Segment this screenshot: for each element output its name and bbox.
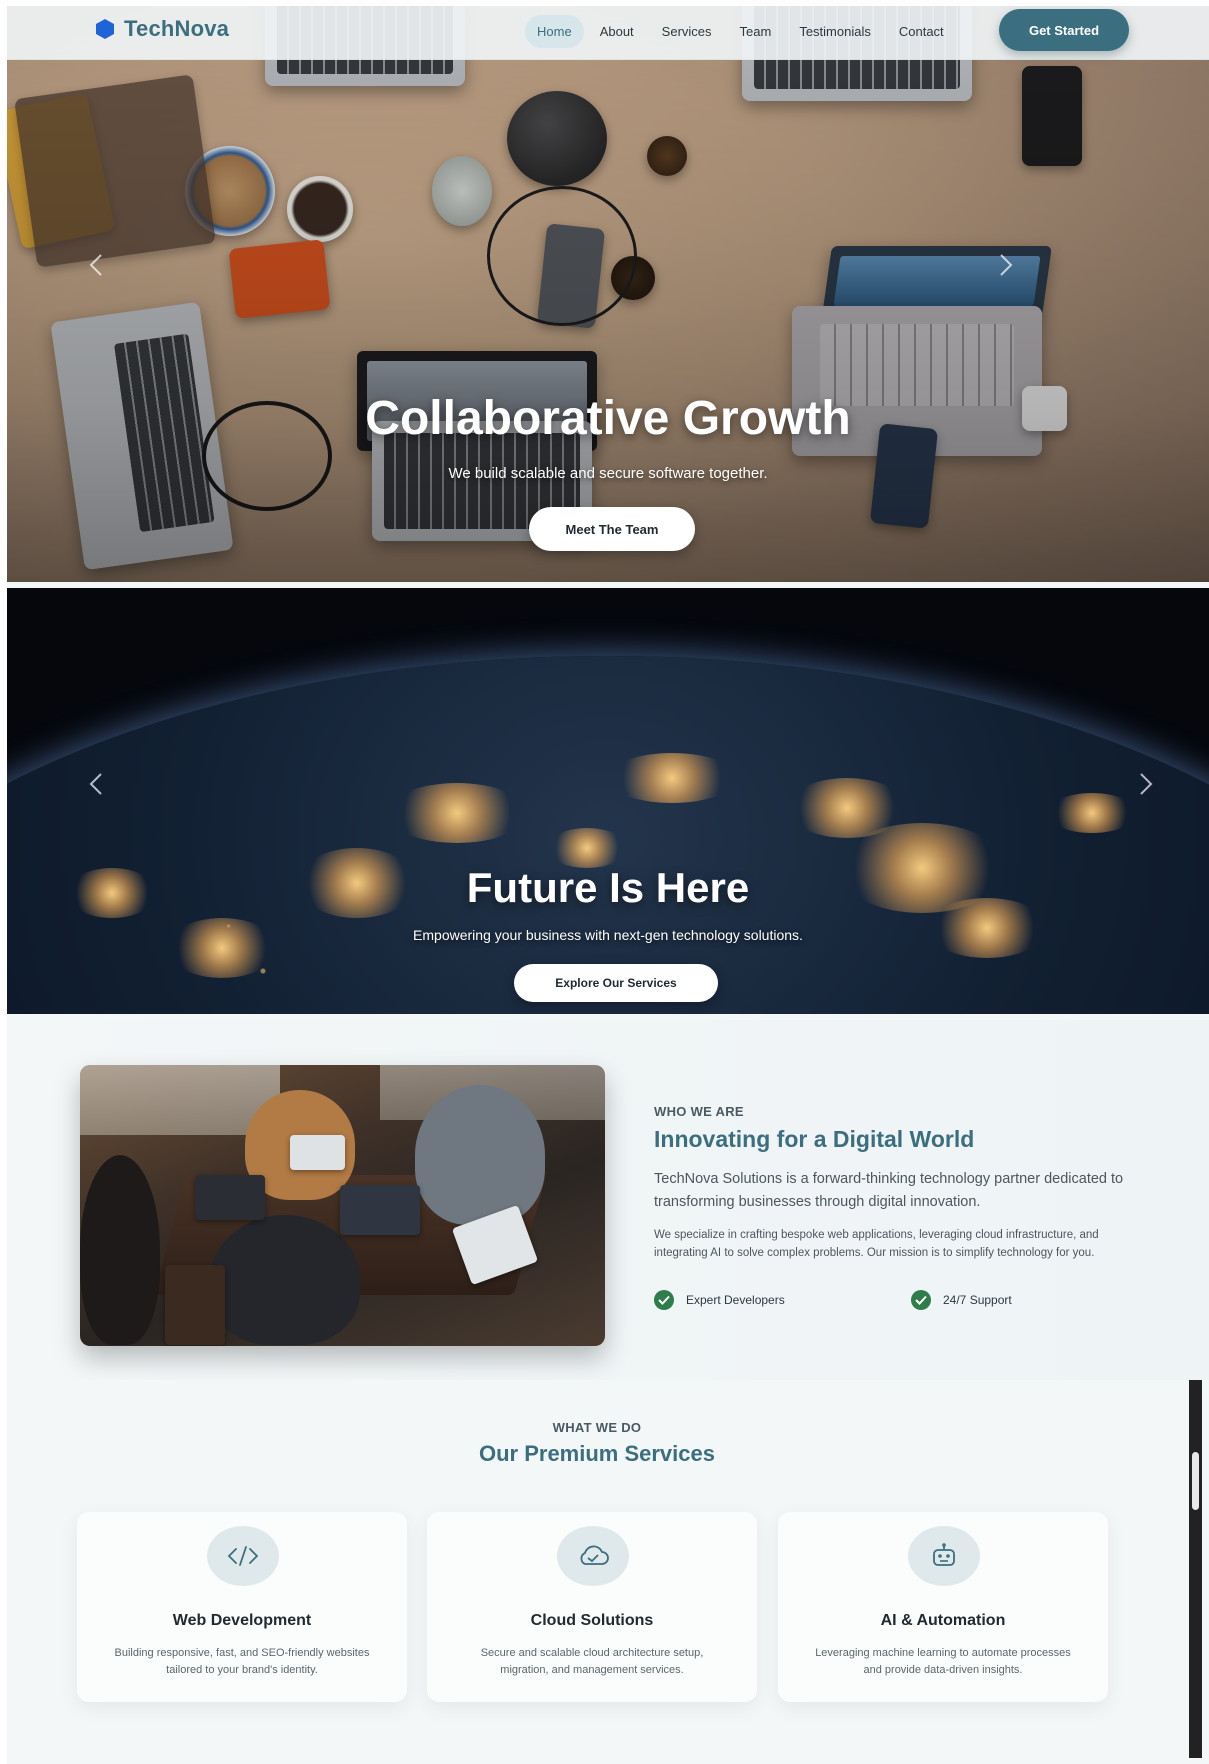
code-icon	[207, 1526, 279, 1586]
service-card-ai-automation[interactable]: AI & Automation Leveraging machine learn…	[778, 1512, 1108, 1702]
check-icon	[911, 1290, 931, 1310]
hero-subtitle: Empowering your business with next-gen t…	[413, 927, 803, 943]
slide-prev-arrow[interactable]	[82, 251, 110, 279]
feature-support: 24/7 Support	[911, 1290, 1012, 1310]
hero-slide-future-is-here: Future Is Here Empowering your business …	[7, 588, 1209, 1014]
slide-prev-arrow[interactable]	[82, 770, 110, 798]
service-title: AI & Automation	[880, 1612, 1006, 1629]
team-working-photo	[80, 1065, 605, 1346]
feature-expert-developers: Expert Developers	[654, 1290, 785, 1310]
about-eyebrow: WHO WE ARE	[654, 1104, 744, 1119]
service-card-web-development[interactable]: Web Development Building responsive, fas…	[77, 1512, 407, 1702]
nav-link-about[interactable]: About	[588, 15, 646, 48]
slide-next-arrow[interactable]	[1132, 770, 1160, 798]
hero-subtitle: We build scalable and secure software to…	[448, 465, 768, 482]
services-section: WHAT WE DO Our Premium Services Web Deve…	[7, 1380, 1209, 1764]
brand-logo[interactable]: TechNova	[95, 16, 229, 42]
services-eyebrow: WHAT WE DO	[552, 1420, 642, 1435]
services-title: Our Premium Services	[478, 1441, 715, 1466]
hero-title: Collaborative Growth	[365, 392, 851, 445]
service-description: Leveraging machine learning to automate …	[815, 1647, 1071, 1676]
robot-icon	[908, 1526, 980, 1586]
about-section: WHO WE ARE Innovating for a Digital Worl…	[7, 1020, 1209, 1380]
service-card-cloud-solutions[interactable]: Cloud Solutions Secure and scalable clou…	[427, 1512, 757, 1702]
service-description: Secure and scalable cloud architecture s…	[480, 1647, 704, 1676]
nav-link-services[interactable]: Services	[650, 15, 724, 48]
hero-slide-collaborative-growth: Collaborative Growth We build scalable a…	[7, 6, 1209, 582]
page: Collaborative Growth We build scalable a…	[7, 6, 1209, 1764]
feature-label: Expert Developers	[686, 1293, 785, 1307]
check-icon	[654, 1290, 674, 1310]
hexagon-logo-icon	[96, 19, 114, 39]
service-title: Web Development	[172, 1612, 312, 1629]
nav-link-contact[interactable]: Contact	[887, 15, 956, 48]
service-description: Building responsive, fast, and SEO-frien…	[114, 1647, 370, 1676]
about-lead-paragraph: TechNova Solutions is a forward-thinking…	[654, 1171, 1124, 1210]
meet-the-team-button[interactable]: Meet The Team	[529, 507, 695, 551]
get-started-button[interactable]: Get Started	[999, 9, 1129, 51]
feature-label: 24/7 Support	[943, 1293, 1012, 1307]
about-body-paragraph: We specialize in crafting bespoke web ap…	[654, 1229, 1099, 1259]
page-scrollbar[interactable]	[1189, 1380, 1202, 1758]
nav-links: Home About Services Team Testimonials Co…	[525, 15, 956, 48]
explore-services-button[interactable]: Explore Our Services	[514, 964, 718, 1002]
navbar: TechNova Home About Services Team Testim…	[7, 6, 1209, 60]
cloud-check-icon	[557, 1526, 629, 1586]
nav-link-testimonials[interactable]: Testimonials	[787, 15, 883, 48]
nav-link-home[interactable]: Home	[525, 15, 584, 48]
slide-next-arrow[interactable]	[992, 251, 1020, 279]
about-title: Innovating for a Digital World	[654, 1126, 975, 1152]
scrollbar-thumb[interactable]	[1192, 1452, 1199, 1510]
hero-title: Future Is Here	[466, 864, 750, 911]
nav-link-team[interactable]: Team	[728, 15, 784, 48]
brand-name: TechNova	[124, 16, 230, 41]
service-title: Cloud Solutions	[530, 1612, 654, 1629]
